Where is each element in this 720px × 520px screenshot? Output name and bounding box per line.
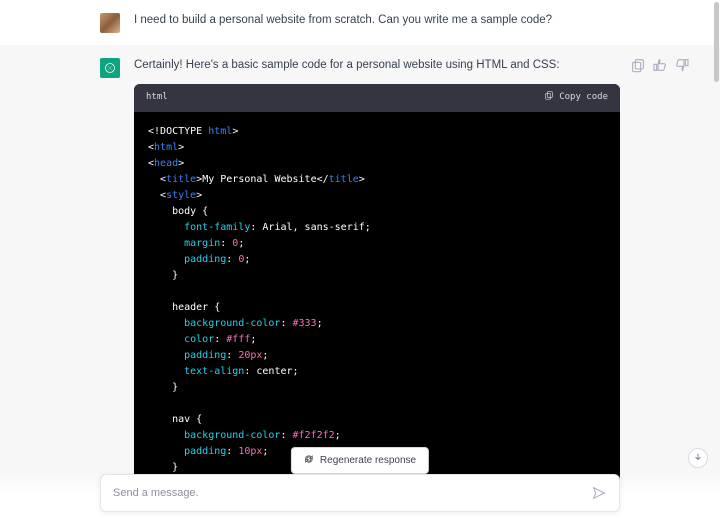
scrollbar-track[interactable] — [713, 0, 720, 520]
arrow-down-icon — [693, 449, 703, 467]
assistant-avatar — [100, 58, 120, 78]
thumbs-down-icon[interactable] — [674, 57, 690, 73]
user-message-row: I need to build a personal website from … — [0, 0, 720, 45]
regenerate-response-button[interactable]: Regenerate response — [291, 447, 429, 474]
scrollbar-thumb[interactable] — [714, 2, 719, 82]
regenerate-label: Regenerate response — [320, 455, 416, 466]
assistant-message-text: Certainly! Here's a basic sample code fo… — [134, 57, 620, 74]
code-block-header: html Copy code — [134, 84, 620, 112]
code-lang-label: html — [146, 91, 168, 105]
composer-area — [0, 474, 720, 520]
user-avatar — [100, 13, 120, 33]
message-input[interactable] — [113, 487, 591, 499]
regenerate-icon — [304, 454, 314, 467]
scroll-to-bottom-button[interactable] — [688, 448, 708, 468]
send-icon — [591, 488, 607, 505]
thumbs-up-icon[interactable] — [652, 57, 668, 73]
copy-code-button[interactable]: Copy code — [544, 90, 608, 106]
send-button[interactable] — [591, 485, 607, 501]
chat-scroll-area: I need to build a personal website from … — [0, 0, 720, 520]
message-composer[interactable] — [100, 474, 620, 512]
copy-message-icon[interactable] — [630, 57, 646, 73]
copy-code-label: Copy code — [559, 91, 608, 105]
clipboard-icon — [544, 90, 554, 106]
user-message-text: I need to build a personal website from … — [134, 12, 620, 33]
